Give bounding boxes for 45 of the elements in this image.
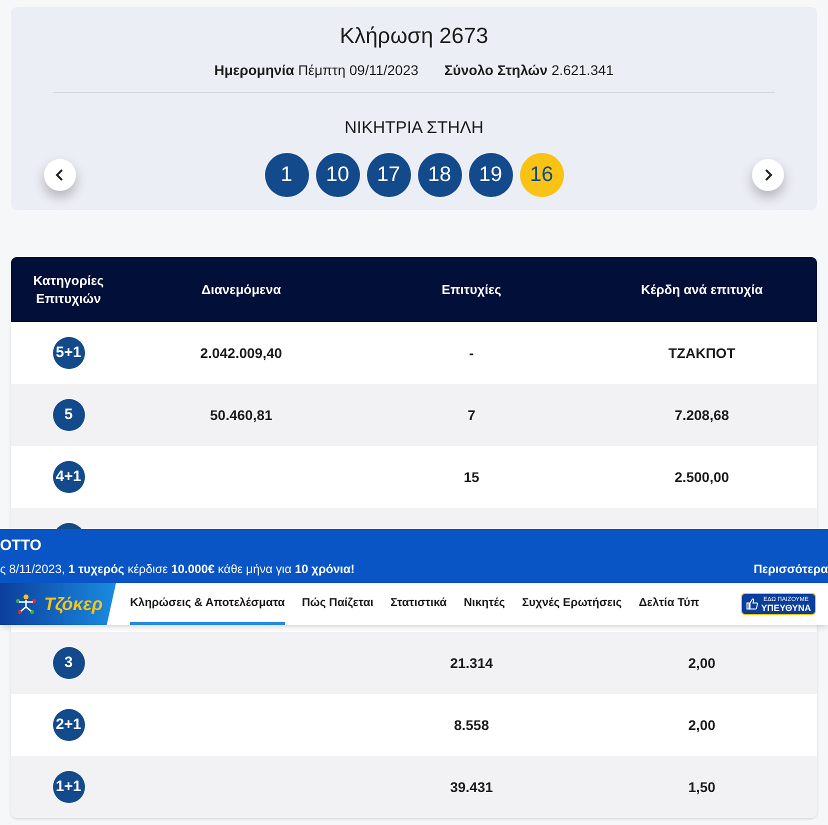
draw-date: Ημερομηνία Πέμπτη 09/11/2023 — [214, 61, 418, 80]
prize-amount: 1,50 — [688, 778, 716, 794]
prize-amount: 7.208,68 — [674, 406, 730, 422]
category-badge: 1+1 — [52, 771, 84, 803]
logo-text: Τζόκερ — [44, 592, 103, 616]
nav-link[interactable]: Στατιστικά — [390, 583, 447, 625]
column-header: Διανεμόμενα — [200, 280, 282, 299]
chevron-right-icon — [763, 168, 773, 180]
banner-title: ΟΤΤΟ — [0, 536, 42, 556]
distributed-amount: 2.042.009,40 — [200, 344, 282, 360]
column-header: Κέρδη ανά επιτυχία — [640, 280, 764, 299]
category-badge: 5 — [52, 399, 84, 431]
winning-title: ΝΙΚΗΤΡΙΑ ΣΤΗΛΗ — [344, 117, 484, 139]
draw-title: Κλήρωση 2673 — [340, 22, 488, 50]
previous-button[interactable] — [44, 158, 76, 190]
more-link[interactable]: Περισσότερα — [754, 560, 828, 578]
winners-count: 39.431 — [450, 778, 493, 794]
prize-amount: 2,00 — [688, 716, 716, 732]
star-figure-icon — [14, 592, 38, 616]
total-columns: Σύνολο Στηλών 2.621.341 — [444, 60, 614, 81]
badge-text-bottom: ΥΠΕΥΘΥΝΑ — [761, 604, 811, 612]
column-header: Κατηγορίες Επιτυχιών — [32, 272, 105, 308]
thumbs-up-icon — [746, 598, 758, 610]
nav-link[interactable]: Κληρώσεις & Αποτελέσματα — [130, 583, 285, 625]
banner-message: ς 8/11/2023, 1 τυχερός κέρδισε 10.000€ κάθε μήνα για 10 χρόνια! — [0, 561, 355, 578]
nav-link[interactable]: Νικητές — [464, 583, 505, 625]
winners-count: 8.558 — [454, 716, 490, 732]
winners-count: 15 — [464, 468, 480, 484]
column-header: Επιτυχίες — [440, 280, 502, 299]
prize-amount: ΤΖΑΚΠΟΤ — [668, 344, 736, 360]
winners-count: 21.314 — [450, 654, 493, 670]
winners-count: - — [469, 344, 474, 360]
category-badge: 3 — [52, 647, 84, 679]
category-badge: 4+1 — [52, 461, 84, 493]
nav-link[interactable]: Δελτία Τύπ — [638, 583, 700, 625]
winners-count: 7 — [468, 406, 476, 422]
prize-amount: 2.500,00 — [674, 468, 730, 484]
nav-link[interactable]: Πώς Παίζεται — [302, 583, 374, 625]
distributed-amount: 50.460,81 — [210, 406, 272, 422]
prize-amount: 2,00 — [688, 654, 716, 670]
nav-link[interactable]: Συχνές Ερωτήσεις — [522, 583, 622, 625]
category-badge: 2+1 — [52, 709, 84, 741]
chevron-left-icon — [55, 168, 65, 180]
next-button[interactable] — [752, 158, 784, 190]
category-badge: 5+1 — [52, 337, 84, 369]
